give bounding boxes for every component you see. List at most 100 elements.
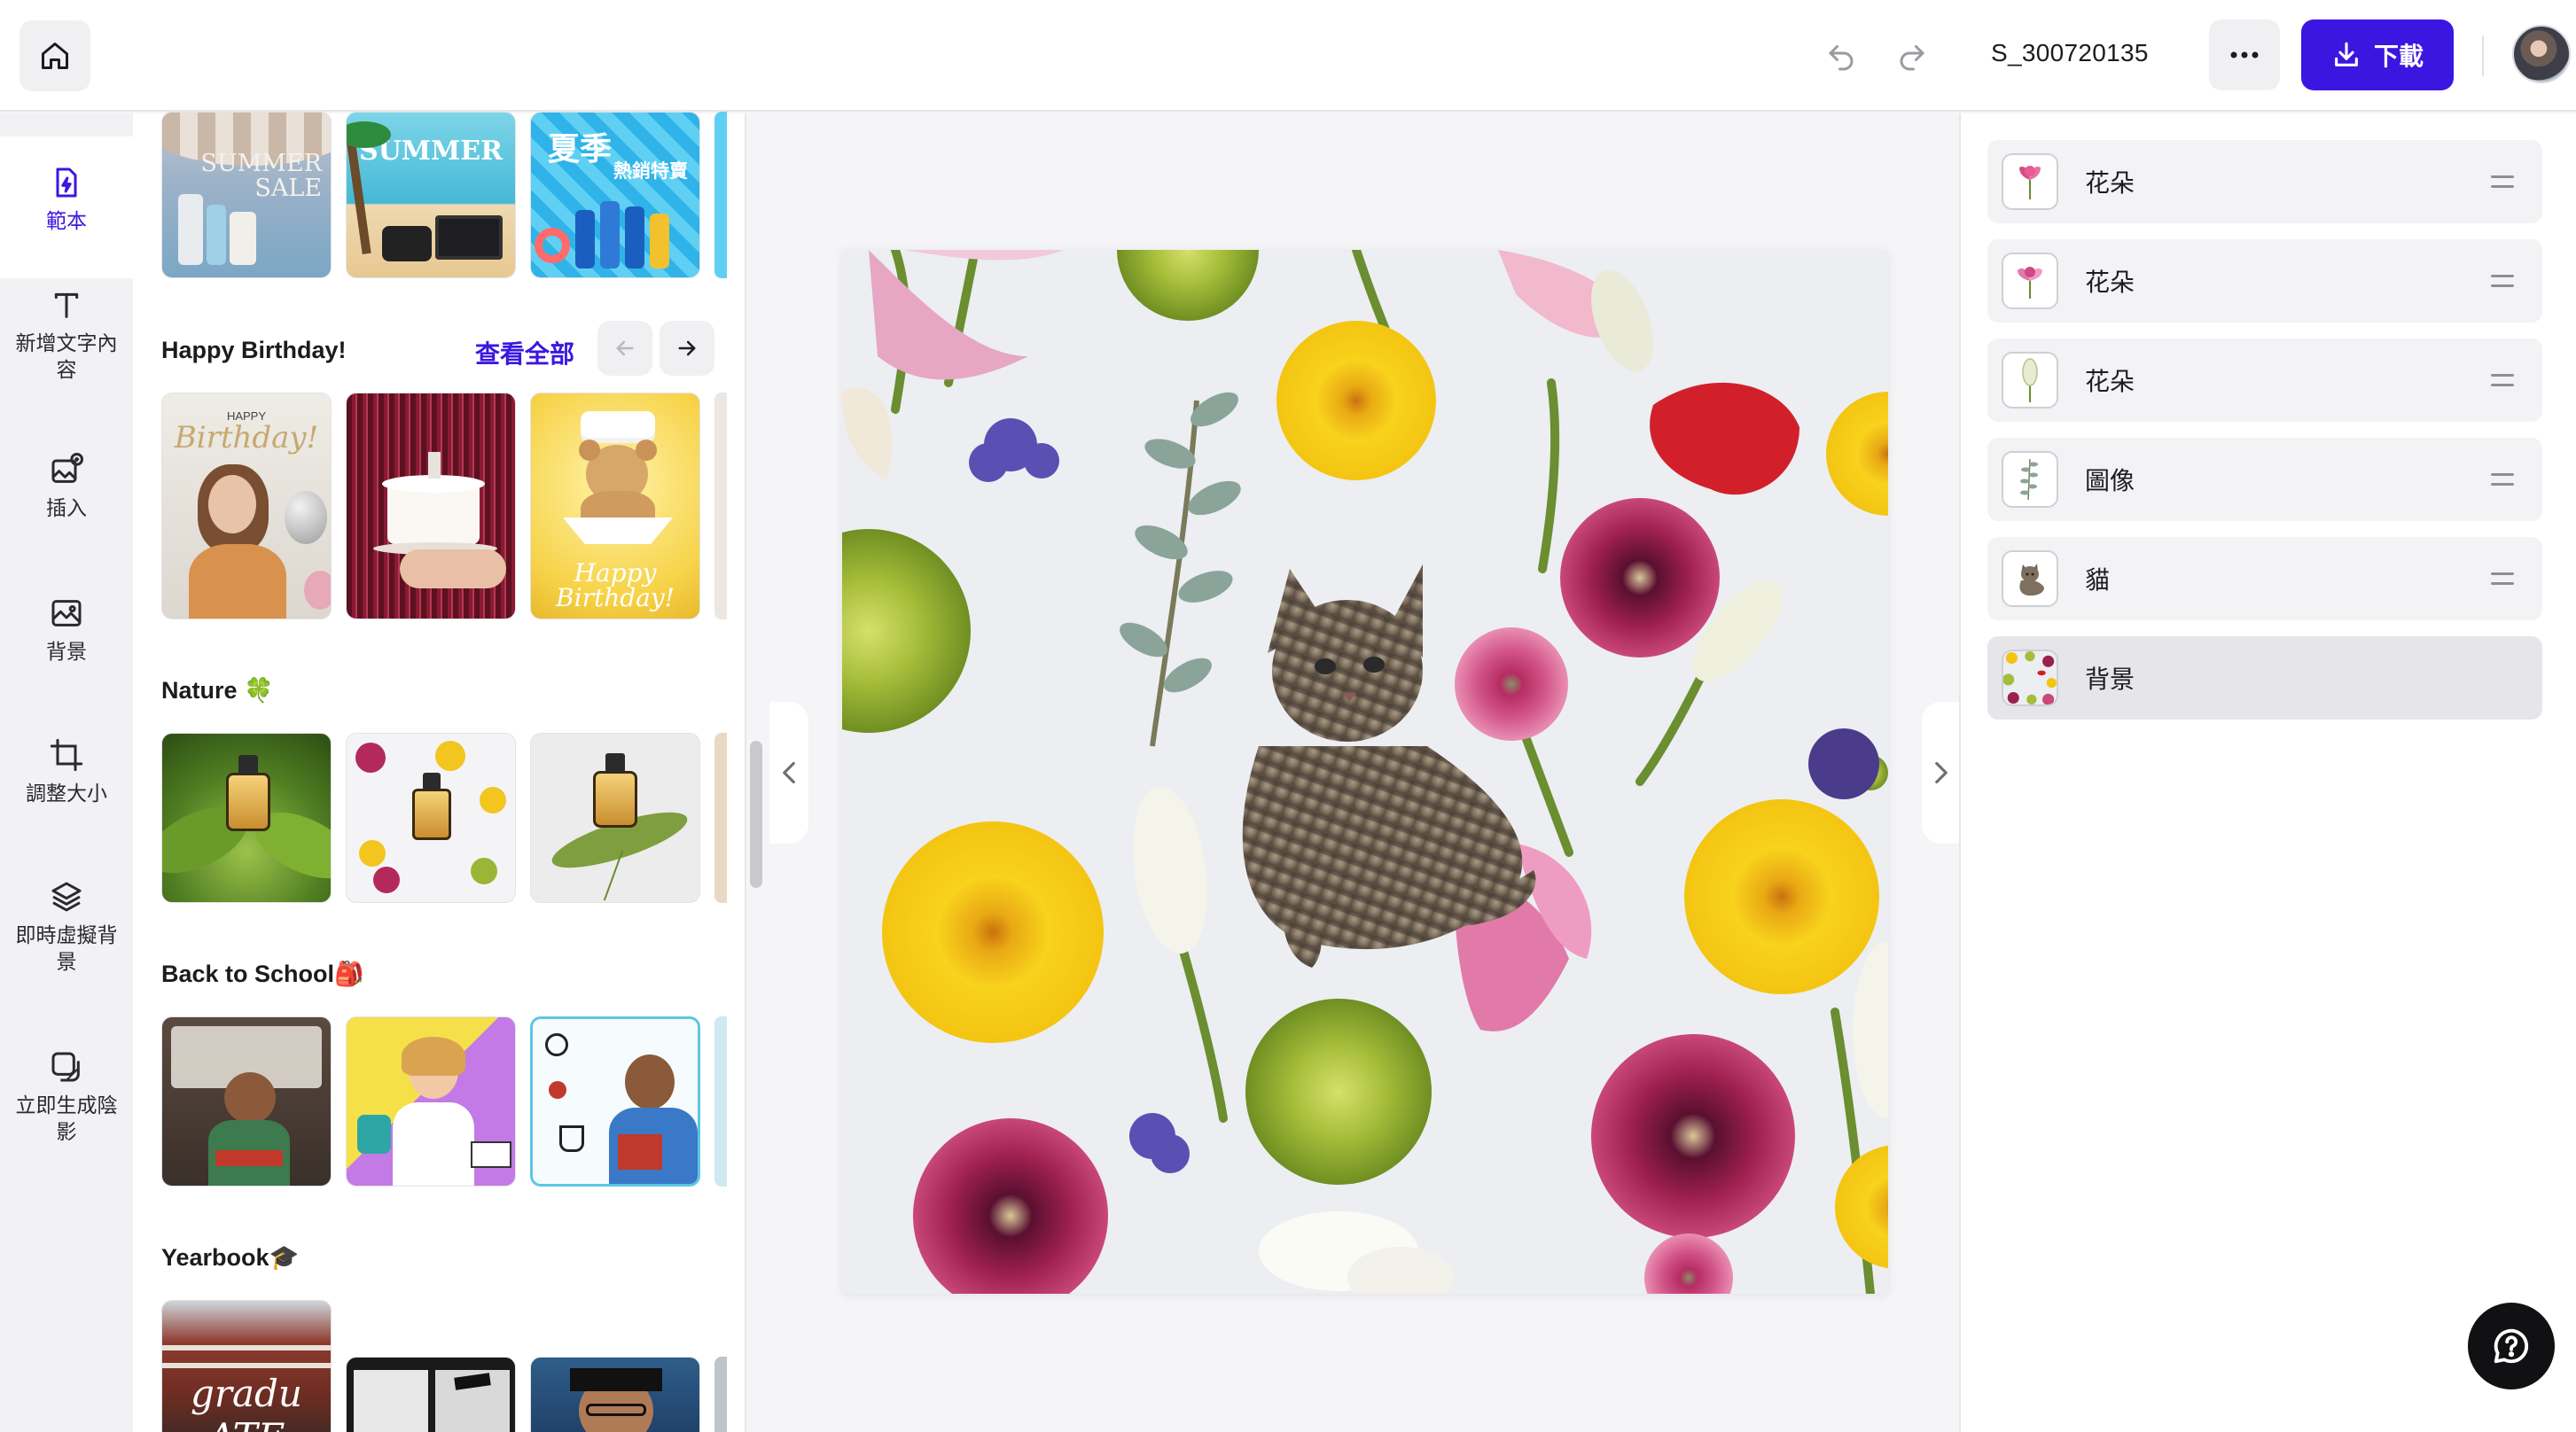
layer-row-flower-2[interactable]: 花朵 xyxy=(1987,239,2542,323)
template-thumb-school-1[interactable] xyxy=(161,1016,332,1187)
template-thumb-nature-leaf[interactable] xyxy=(530,733,700,903)
chevron-left-icon xyxy=(783,761,795,784)
template-thumb-summer-cn[interactable]: 夏季 熱銷特賣 xyxy=(530,112,700,278)
rail-label-resize: 調整大小 xyxy=(26,782,107,805)
see-all-link[interactable]: 查看全部 xyxy=(475,335,574,370)
arrow-right-icon xyxy=(678,340,696,356)
insert-image-icon xyxy=(51,453,83,483)
arrow-left-icon xyxy=(616,340,634,356)
collapse-left-panel-button[interactable] xyxy=(769,702,808,844)
template-thumb-summer-sale[interactable]: SUMMER SALE xyxy=(161,112,332,278)
rail-label-shadow: 立即生成陰影 xyxy=(15,1093,118,1143)
rail-label-add-text: 新增文字內容 xyxy=(15,331,118,381)
layer-name: 花朵 xyxy=(2085,368,2135,395)
more-options-button[interactable] xyxy=(2209,19,2280,90)
flower-icon xyxy=(2018,267,2042,299)
layer-thumb-pink-flower xyxy=(2002,153,2058,210)
layer-thumb-white-bud xyxy=(2002,352,2058,409)
redo-button[interactable] xyxy=(1890,34,1934,78)
layer-row-flower-3[interactable]: 花朵 xyxy=(1987,339,2542,422)
help-button[interactable] xyxy=(2468,1303,2555,1389)
layer-row-cat[interactable]: 貓 xyxy=(1987,537,2542,620)
floral-cat-artwork xyxy=(842,250,1888,1294)
drag-handle-icon[interactable] xyxy=(2491,473,2514,486)
download-button[interactable]: 下載 xyxy=(2301,19,2454,90)
rail-item-shadow[interactable]: 立即生成陰影 xyxy=(0,1049,133,1145)
layer-thumb-pink-flower xyxy=(2002,253,2058,309)
drag-handle-icon[interactable] xyxy=(2491,374,2514,386)
yearbook-text: gradu ATE xyxy=(191,1372,302,1432)
layer-name: 貓 xyxy=(2085,566,2111,594)
layer-name: 花朵 xyxy=(2085,268,2135,296)
help-icon xyxy=(2494,1328,2529,1364)
layer-row-background[interactable]: 背景 xyxy=(1987,636,2542,720)
rail-item-virtual-background[interactable]: 即時虛擬背景 xyxy=(0,879,133,975)
layer-row-image[interactable]: 圖像 xyxy=(1987,438,2542,521)
crop-icon xyxy=(50,738,83,772)
toolbar-divider xyxy=(2482,35,2484,76)
home-icon xyxy=(42,43,68,69)
leaf-sprig-icon xyxy=(2020,458,2038,501)
background-icon xyxy=(51,600,82,626)
rail-item-insert[interactable]: 插入 xyxy=(0,452,133,521)
drag-handle-icon[interactable] xyxy=(2491,572,2514,585)
collapse-right-panel-button[interactable] xyxy=(1922,702,1961,844)
rail-item-add-text[interactable]: 新增文字內容 xyxy=(0,287,133,383)
flower-icon xyxy=(2019,166,2041,199)
template-thumb-peek xyxy=(714,112,727,278)
bud-icon xyxy=(2022,358,2038,402)
home-button[interactable] xyxy=(20,20,90,91)
prev-arrow-button[interactable] xyxy=(597,321,652,376)
more-icon xyxy=(2230,51,2259,58)
template-thumb-yearbook-3[interactable] xyxy=(530,1357,700,1432)
rail-label-templates: 範本 xyxy=(46,209,87,232)
document-name[interactable]: S_300720135 xyxy=(1991,39,2149,67)
template-thumb-yearbook-1[interactable]: gradu ATE xyxy=(161,1300,332,1432)
template-thumb-nature-leaves[interactable] xyxy=(161,733,332,903)
shadow-icon xyxy=(51,1052,80,1082)
summer-sale-line1: SUMMER xyxy=(200,150,322,177)
section-title-nature: Nature 🍀 xyxy=(161,677,274,704)
undo-icon xyxy=(1829,45,1854,71)
layers-icon xyxy=(51,882,82,912)
template-thumb-peek xyxy=(714,1357,727,1432)
rail-item-resize[interactable]: 調整大小 xyxy=(0,737,133,806)
text-icon xyxy=(54,292,79,318)
rail-label-virtual-background: 即時虛擬背景 xyxy=(15,923,118,973)
rail-item-templates[interactable]: 範本 xyxy=(0,136,133,278)
section-title-birthday: Happy Birthday! xyxy=(161,337,347,363)
template-thumb-nature-flowers[interactable] xyxy=(346,733,516,903)
template-thumb-peek xyxy=(714,1016,727,1187)
top-bar: S_300720135 下載 xyxy=(0,0,2576,112)
bear-text-line2: Birthday! xyxy=(556,583,675,612)
drag-handle-icon[interactable] xyxy=(2491,175,2514,188)
template-thumb-peek xyxy=(714,733,727,903)
template-thumb-yearbook-2[interactable] xyxy=(346,1357,516,1432)
user-avatar[interactable] xyxy=(2512,25,2571,83)
floral-pattern-icon xyxy=(2003,651,2057,704)
rail-label-background: 背景 xyxy=(46,640,87,663)
template-icon xyxy=(56,167,77,198)
layer-thumb-floral-background xyxy=(2002,650,2058,706)
layer-name: 花朵 xyxy=(2085,169,2135,197)
chevron-right-icon xyxy=(1935,761,1948,784)
layer-row-flower-1[interactable]: 花朵 xyxy=(1987,140,2542,223)
download-label: 下載 xyxy=(2373,43,2424,70)
next-arrow-button[interactable] xyxy=(660,321,714,376)
template-thumb-birthday-bear[interactable]: Happy Birthday! xyxy=(530,393,700,619)
template-thumb-birthday-portrait[interactable]: HAPPY Birthday! xyxy=(161,393,332,619)
birthday-script-text: Birthday! xyxy=(174,420,319,455)
template-thumb-birthday-cake[interactable] xyxy=(346,393,516,619)
layer-thumb-cat xyxy=(2002,550,2058,607)
tool-rail: 範本 新增文字內容 插入 背景 調整大小 即時虛擬背景 立即生成陰影 xyxy=(0,113,133,1432)
layer-name: 圖像 xyxy=(2085,467,2135,494)
section-title-yearbook: Yearbook🎓 xyxy=(161,1244,300,1271)
template-thumb-summer[interactable]: SUMMER xyxy=(346,112,516,278)
undo-button[interactable] xyxy=(1819,34,1863,78)
drag-handle-icon[interactable] xyxy=(2491,275,2514,287)
template-thumb-school-3[interactable] xyxy=(530,1016,700,1187)
design-artboard[interactable] xyxy=(842,250,1888,1294)
template-panel-scrollbar[interactable] xyxy=(750,741,762,888)
template-thumb-school-2[interactable] xyxy=(346,1016,516,1187)
rail-item-background[interactable]: 背景 xyxy=(0,595,133,665)
